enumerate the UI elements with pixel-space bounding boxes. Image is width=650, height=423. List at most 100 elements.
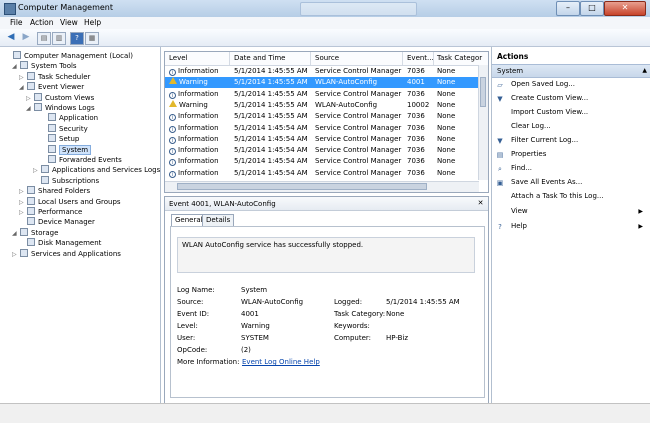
tree-item[interactable]: Application <box>40 113 98 124</box>
action-item[interactable]: ▣ Save All Events As... <box>492 176 650 189</box>
expanded-arrow-icon[interactable]: ◢ <box>12 228 20 239</box>
tree-item[interactable]: Subscriptions <box>33 175 99 187</box>
log-icon <box>48 113 56 122</box>
close-icon[interactable]: ✕ <box>476 199 485 208</box>
information-icon: i <box>169 159 176 167</box>
tree-item[interactable]: Forwarded Events <box>40 155 122 166</box>
action-item[interactable]: Import Custom View... <box>492 106 650 119</box>
menu-view[interactable]: View <box>60 18 78 27</box>
collapsed-arrow-icon[interactable]: ▷ <box>19 207 27 218</box>
help-icon[interactable]: ? <box>70 32 84 45</box>
collapsed-arrow-icon[interactable]: ▷ <box>19 72 27 83</box>
table-row[interactable]: i Information 5/1/2014 1:45:54 AM Service C… <box>165 156 478 167</box>
log-icon <box>48 134 56 143</box>
collapsed-arrow-icon[interactable]: ▷ <box>12 249 20 260</box>
action-item[interactable]: View ▶ <box>492 205 650 218</box>
folder-view-icon[interactable]: ▤ <box>37 32 51 45</box>
column-task-category[interactable]: Task Categor <box>437 54 482 62</box>
tree-item[interactable]: Disk Management <box>19 238 101 249</box>
action-item-label: Import Custom View... <box>511 108 589 116</box>
event-list-vertical-scrollbar[interactable] <box>478 65 488 180</box>
collapsed-arrow-icon[interactable]: ▷ <box>26 93 34 104</box>
menu-file[interactable]: File <box>10 18 23 27</box>
table-row[interactable]: i Information 5/1/2014 1:45:54 AM Service C… <box>165 145 478 156</box>
cell-task-category: None <box>437 112 456 121</box>
cell-event-id: 7036 <box>407 123 425 132</box>
tree-item[interactable]: ◢ Storage <box>12 227 58 239</box>
tree-item[interactable]: Security <box>40 123 88 135</box>
table-row[interactable]: i Information 5/1/2014 1:45:55 AM Service C… <box>165 111 478 122</box>
users-icon <box>27 196 35 205</box>
column-level[interactable]: Level <box>169 54 187 62</box>
action-item[interactable]: ▤ Properties <box>492 148 650 161</box>
collapsed-arrow-icon[interactable]: ▷ <box>33 165 41 176</box>
tree-item-label: Local Users and Groups <box>38 197 121 206</box>
collapse-arrow-icon[interactable]: ▲ <box>642 67 647 74</box>
open-folder-icon: ▱ <box>497 81 503 89</box>
table-row[interactable]: i Information 5/1/2014 1:45:55 AM Service C… <box>165 89 478 100</box>
navigation-tree: Computer Management (Local) ◢ System Tools… <box>0 47 161 403</box>
tree-item[interactable]: ◢ Windows Logs <box>26 103 95 114</box>
show-hide-tree-icon[interactable]: ▥ <box>52 32 66 45</box>
action-item[interactable]: ▱ Open Saved Log... <box>492 78 650 91</box>
event-log-online-help-link[interactable]: Event Log Online Help <box>242 358 320 366</box>
tree-item[interactable]: ◢ System Tools <box>12 61 77 72</box>
event-list-horizontal-scrollbar[interactable] <box>165 181 479 192</box>
action-item[interactable]: ⌕ Find... <box>492 162 650 175</box>
close-button[interactable]: ✕ <box>604 1 646 16</box>
event-detail-header: Event 4001, WLAN-AutoConfig ✕ <box>165 197 488 211</box>
maximize-button[interactable]: □ <box>580 1 604 16</box>
action-item[interactable]: ▼ Create Custom View... <box>492 92 650 105</box>
tree-item-label: Event Viewer <box>38 83 85 92</box>
forward-arrow-icon[interactable]: ▶ <box>20 32 32 43</box>
table-row[interactable]: i Information 5/1/2014 1:45:54 AM Service C… <box>165 123 478 134</box>
actions-section-system[interactable]: System ▲ <box>492 64 650 78</box>
action-item-label: Help <box>511 222 527 230</box>
tree-item[interactable]: System <box>40 144 92 156</box>
menu-action[interactable]: Action <box>30 18 54 27</box>
tree-item[interactable]: Computer Management (Local) <box>5 51 133 62</box>
tree-item[interactable]: ▷ Task Scheduler <box>19 71 90 83</box>
menu-help[interactable]: Help <box>84 18 101 27</box>
tab-details[interactable]: Details <box>202 214 235 226</box>
tree-item[interactable]: ▷ Services and Applications <box>12 248 121 260</box>
action-item[interactable]: ▼ Filter Current Log... <box>492 134 650 147</box>
table-row[interactable]: i Information 5/1/2014 1:45:55 AM Service C… <box>165 66 478 77</box>
table-row[interactable]: i Information 5/1/2014 1:45:54 AM Service C… <box>165 168 478 179</box>
action-item[interactable]: Attach a Task To this Log... <box>492 190 650 203</box>
tree-item[interactable]: ▷ Custom Views <box>26 92 94 104</box>
log-icon <box>48 123 56 132</box>
action-item[interactable]: ? Help ▶ <box>492 220 650 233</box>
tree-item[interactable]: ▷ Shared Folders <box>19 186 90 197</box>
tree-item[interactable]: ▷ Performance <box>19 207 82 218</box>
user-label: User: <box>177 334 196 342</box>
storage-icon <box>20 227 28 236</box>
table-row[interactable]: i Information 5/1/2014 1:45:54 AM Service C… <box>165 134 478 145</box>
cell-source: Service Control Manager <box>315 123 402 132</box>
action-item[interactable]: Clear Log... <box>492 120 650 133</box>
table-row[interactable]: Warning 5/1/2014 1:45:55 AM WLAN-AutoConfi… <box>165 77 478 89</box>
minimize-button[interactable]: – <box>556 1 580 16</box>
tree-item[interactable]: Setup <box>40 134 79 145</box>
expanded-arrow-icon[interactable]: ◢ <box>26 103 34 114</box>
tree-item[interactable]: ▷ Local Users and Groups <box>19 196 121 208</box>
expanded-arrow-icon[interactable]: ◢ <box>19 82 27 93</box>
column-date-time[interactable]: Date and Time <box>234 54 285 62</box>
window-title: Computer Management <box>18 3 114 12</box>
column-source[interactable]: Source <box>315 54 339 62</box>
collapsed-arrow-icon[interactable]: ▷ <box>19 197 27 208</box>
filter-add-icon: ▼ <box>497 95 503 103</box>
tree-item[interactable]: ▷ Applications and Services Logs <box>33 165 160 176</box>
actions-section-label: System <box>497 67 524 75</box>
back-arrow-icon[interactable]: ◀ <box>5 32 17 43</box>
cell-task-category: None <box>437 100 456 109</box>
tree-item[interactable]: ◢ Event Viewer <box>19 82 84 93</box>
action-pane-icon[interactable]: ▦ <box>85 32 99 45</box>
expanded-arrow-icon[interactable]: ◢ <box>12 61 20 72</box>
cell-date-time: 5/1/2014 1:45:54 AM <box>234 157 308 166</box>
tree-item[interactable]: Device Manager <box>19 217 95 228</box>
collapsed-arrow-icon[interactable]: ▷ <box>19 186 27 197</box>
cell-event-id: 10002 <box>407 100 430 109</box>
table-row[interactable]: Warning 5/1/2014 1:45:55 AM WLAN-AutoConfi… <box>165 99 478 111</box>
column-event-id[interactable]: Event... <box>407 54 434 62</box>
